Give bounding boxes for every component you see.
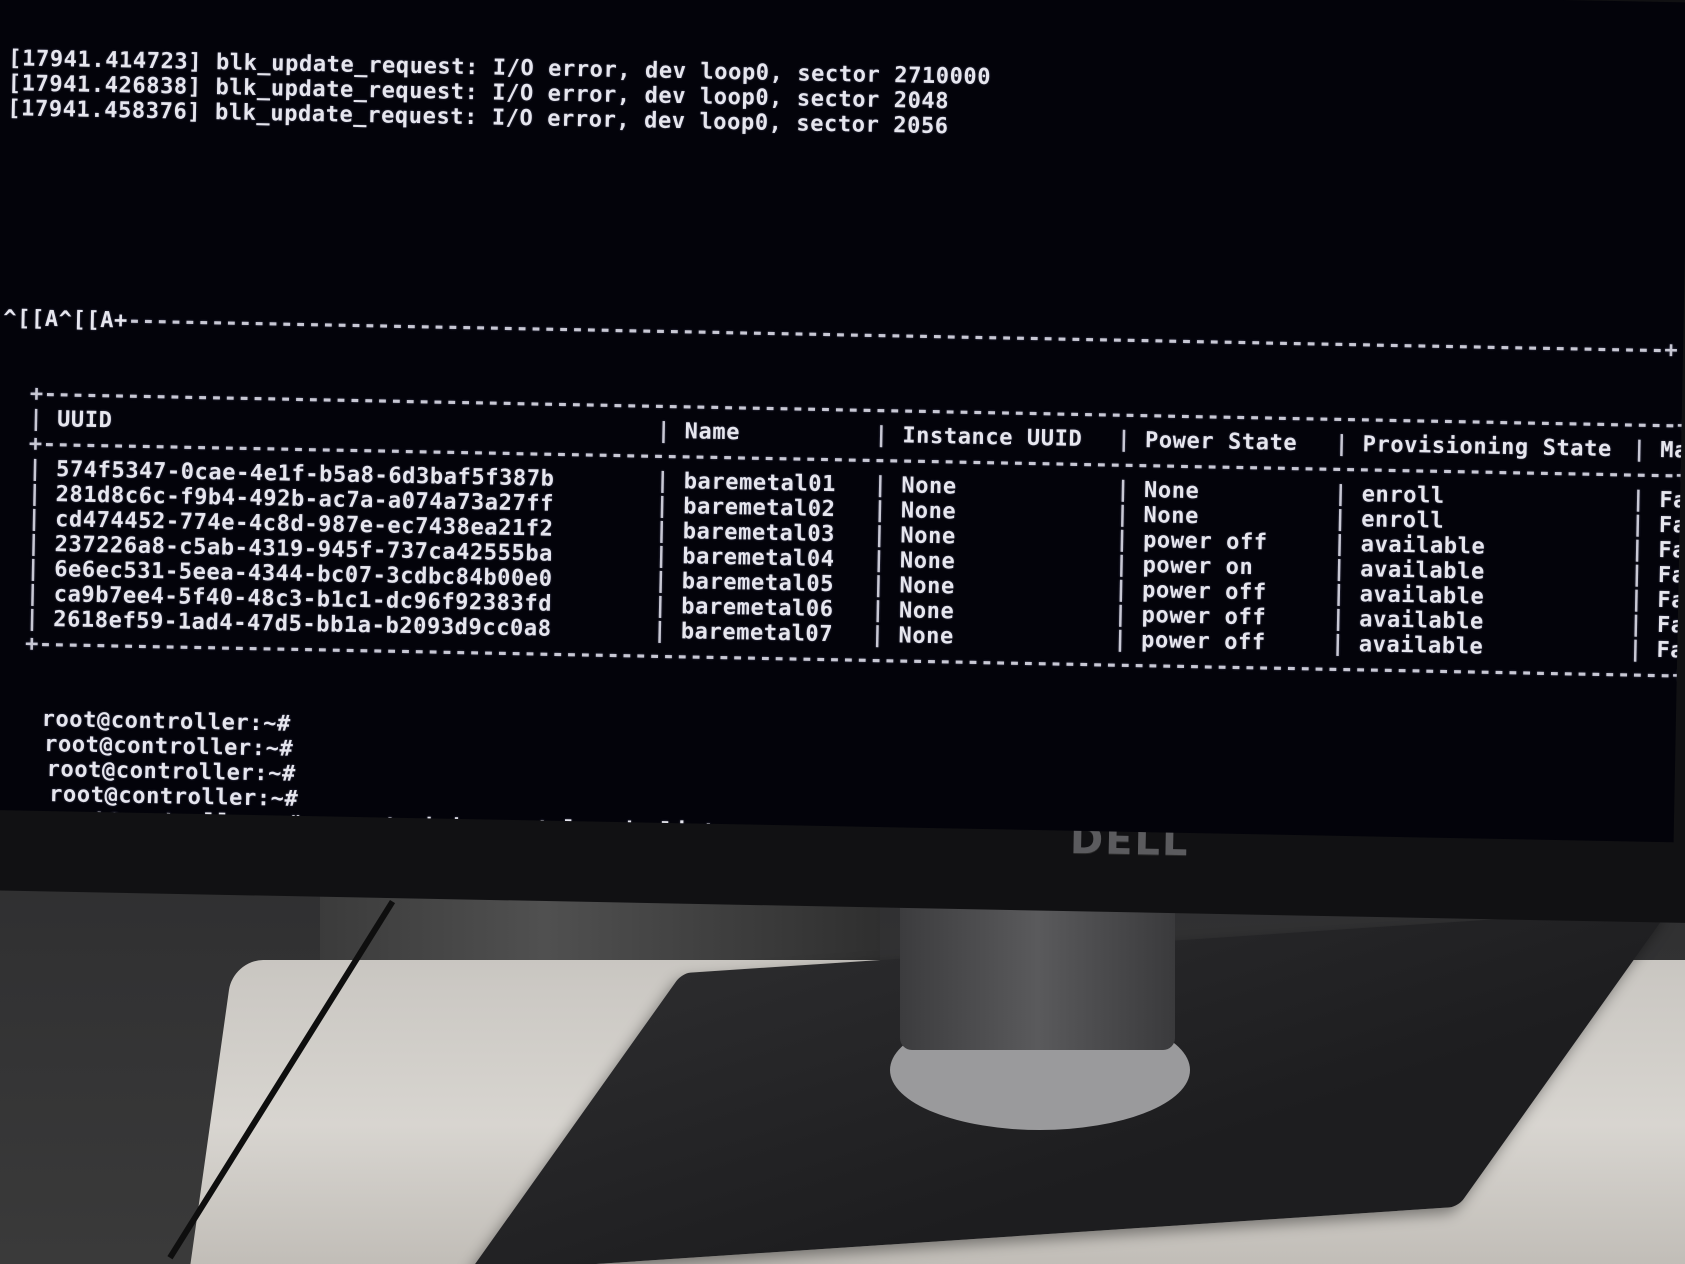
- column-separator: |: [1332, 531, 1361, 558]
- column-separator: |: [1115, 527, 1144, 554]
- column-separator: |: [1333, 481, 1362, 508]
- kernel-log: [17941.414723] blk_update_request: I/O e…: [7, 46, 1685, 156]
- column-separator: |: [656, 418, 685, 445]
- cell-name: baremetal02: [682, 494, 836, 523]
- column-separator: |: [1334, 431, 1363, 458]
- column-separator: |: [1330, 631, 1360, 658]
- column-separator: |: [870, 622, 899, 649]
- column-separator: |: [1631, 487, 1660, 513]
- column-separator: |: [1115, 502, 1144, 529]
- column-separator: |: [1117, 427, 1146, 454]
- column-separator: |: [25, 581, 54, 608]
- column-separator: |: [26, 531, 55, 558]
- column-separator: |: [1628, 637, 1657, 663]
- column-separator: |: [655, 468, 684, 495]
- column-separator: |: [1630, 512, 1660, 538]
- column-separator: |: [872, 497, 902, 524]
- cell-name: baremetal03: [682, 519, 836, 548]
- column-separator: |: [654, 518, 683, 545]
- column-separator: |: [27, 506, 56, 533]
- column-separator: |: [874, 422, 903, 449]
- column-separator: |: [652, 618, 682, 645]
- column-separator: |: [654, 543, 683, 570]
- column-separator: |: [1114, 552, 1143, 579]
- cell-power: power off: [1142, 528, 1268, 556]
- column-separator: |: [25, 606, 54, 633]
- column-separator: |: [1116, 477, 1145, 504]
- cell-power: power off: [1140, 628, 1266, 656]
- escape-sequence-line: ^[[A^[[A+-------------------------------…: [3, 306, 1679, 364]
- photo-scene: DELL [17941.414723] blk_update_request: …: [0, 0, 1685, 1264]
- column-separator: |: [655, 493, 684, 520]
- column-separator: |: [872, 522, 901, 549]
- column-separator: |: [1331, 581, 1361, 608]
- column-separator: |: [871, 572, 900, 599]
- header-cell: Name: [684, 419, 741, 446]
- column-separator: |: [27, 481, 56, 508]
- column-separator: |: [653, 568, 683, 595]
- cell-name: baremetal07: [680, 619, 834, 648]
- terminal-console[interactable]: [17941.414723] blk_update_request: I/O e…: [0, 0, 1685, 842]
- column-separator: |: [1630, 537, 1659, 563]
- column-separator: |: [1629, 587, 1658, 613]
- column-separator: |: [1114, 577, 1143, 604]
- column-separator: |: [1331, 606, 1360, 633]
- header-cell: Power State: [1144, 428, 1298, 456]
- column-separator: |: [1332, 556, 1361, 583]
- column-separator: |: [1333, 506, 1362, 533]
- column-separator: |: [29, 406, 58, 433]
- cell-name: baremetal05: [681, 569, 835, 598]
- cell-power: power off: [1141, 578, 1267, 606]
- cell-name: baremetal01: [683, 469, 837, 498]
- cell-power: None: [1143, 478, 1200, 505]
- column-separator: |: [1629, 562, 1659, 588]
- column-separator: |: [871, 597, 900, 624]
- column-separator: |: [28, 456, 57, 483]
- column-separator: |: [26, 556, 55, 583]
- column-separator: |: [871, 547, 901, 574]
- node-table-previous: +---------------------------------------…: [25, 382, 1685, 691]
- cell-power: power on: [1142, 553, 1254, 581]
- column-separator: |: [873, 472, 902, 499]
- column-separator: |: [1113, 602, 1142, 629]
- cell-name: baremetal04: [682, 544, 835, 573]
- cell-power: None: [1143, 503, 1200, 530]
- column-separator: |: [1632, 437, 1661, 463]
- cell-power: power off: [1141, 603, 1267, 631]
- column-separator: |: [653, 593, 682, 620]
- column-separator: |: [1629, 612, 1658, 638]
- column-separator: |: [1113, 627, 1142, 654]
- cell-name: baremetal06: [681, 594, 834, 623]
- monitor-screen: [17941.414723] blk_update_request: I/O e…: [0, 0, 1685, 843]
